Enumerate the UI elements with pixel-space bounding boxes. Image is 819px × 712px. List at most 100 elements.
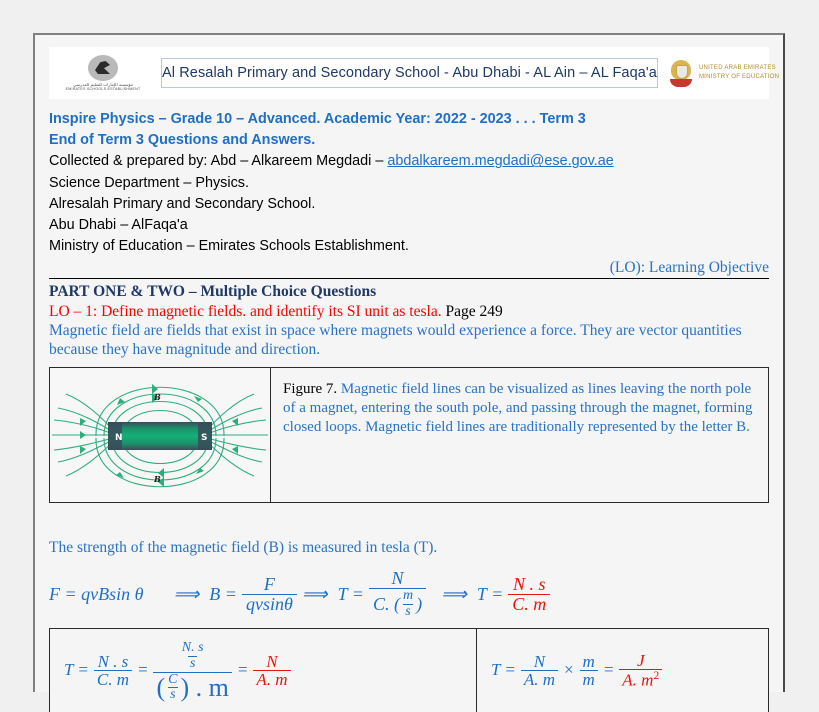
compound-denominator: ( C s ) . m: [153, 671, 232, 703]
paren-open: (: [156, 672, 166, 702]
ministry-line: Ministry of Education – Emirates Schools…: [49, 238, 409, 255]
city-line: Abu Dhabi – AlFaqa'a: [49, 216, 188, 233]
fraction-numerator: N . s: [512, 574, 546, 595]
magnetic-field-lines-svg: N S B B: [50, 368, 270, 503]
fraction-numerator: N: [391, 568, 404, 589]
school-line: Alresalah Primary and Secondary School.: [49, 195, 316, 212]
nested-denominator: s: [168, 687, 178, 703]
magnetic-field-diagram: N S B B: [50, 368, 271, 503]
tesla-sentence: The strength of the magnetic field (B) i…: [49, 539, 438, 557]
moe-logo-text: UNITED ARAB EMIRATES MINISTRY OF EDUCATI…: [699, 64, 779, 82]
equals-sign-2: =: [236, 660, 249, 680]
fraction-numerator: m: [582, 651, 595, 671]
denominator-exponent: 2: [653, 668, 660, 682]
figure-caption-text: Magnetic field lines can be visualized a…: [283, 381, 753, 435]
t-equals-label: T =: [491, 660, 516, 680]
tesla-derivation-equation-1: T = N . s C. m = N. s s (C s) . m = N …: [64, 637, 296, 703]
t-equals-label: T =: [64, 660, 89, 680]
fraction-numerator: N: [266, 651, 278, 671]
nested-denominator: s: [403, 603, 413, 619]
uae-ministry-of-education-logo: UNITED ARAB EMIRATES MINISTRY OF EDUCATI…: [668, 58, 786, 88]
page-reference: Page 249: [445, 303, 503, 321]
fraction-numerator: N . s: [97, 651, 129, 671]
denominator-prefix: C. (: [372, 594, 400, 615]
department-line: Science Department – Physics.: [49, 174, 249, 191]
fraction-m-over-m: m m: [579, 651, 598, 688]
fraction-f-over-qvsin: F qvsinθ: [241, 574, 297, 614]
nested-numerator: m: [402, 588, 414, 604]
intro-block: Inspire Physics – Grade 10 – Advanced. A…: [49, 109, 769, 257]
document-page: مؤسسة الإمارات للتعليم المدرسي EMIRATES …: [33, 33, 785, 712]
derivation-cell-left: T = N . s C. m = N. s s (C s) . m = N …: [50, 628, 477, 712]
nested-fraction-m-over-s: m s: [401, 589, 415, 619]
fraction-n-over-c-m-per-s: N C. ( m s ): [368, 568, 427, 619]
fraction-n-over-am: N A. m: [520, 651, 559, 688]
fraction-denominator: qvsinθ: [241, 594, 297, 614]
derivation-cell-right: T = N A. m × m m = J A. m2: [477, 629, 768, 712]
author-line: Collected & prepared by: Abd – Alkareem …: [49, 151, 769, 172]
letterhead: مؤسسة الإمارات للتعليم المدرسي EMIRATES …: [49, 47, 779, 99]
author-prefix: Collected & prepared by: Abd – Alkareem …: [49, 153, 388, 170]
fraction-denominator: A. m2: [619, 668, 663, 690]
moe-logo-line1: UNITED ARAB EMIRATES: [698, 65, 776, 71]
fraction-numerator: F: [263, 574, 275, 595]
fraction-denominator: C. m: [93, 669, 132, 688]
north-pole-label: N: [115, 433, 123, 443]
figure-caption: Figure 7. Magnetic field lines can be vi…: [271, 368, 768, 502]
fraction-j-over-am2-red: J A. m2: [619, 650, 663, 690]
t-equals-label-2: T =: [476, 584, 504, 605]
emirates-schools-establishment-logo: مؤسسة الإمارات للتعليم المدرسي EMIRATES …: [55, 55, 151, 91]
nested-numerator: N. s: [181, 640, 204, 656]
fraction-ns-over-cm: N . s C. m: [93, 651, 132, 688]
nested-denominator: s: [187, 655, 198, 671]
fraction-numerator: J: [637, 650, 645, 670]
b-equals-label: B =: [209, 584, 237, 605]
field-label-bottom: B: [153, 474, 161, 484]
derivation-table: T = N . s C. m = N. s s (C s) . m = N …: [49, 627, 769, 712]
force-equation: F = qvBsin θ: [49, 584, 144, 605]
equals-sign-1: =: [137, 660, 149, 680]
school-name-box: Al Resalah Primary and Secondary School …: [161, 58, 658, 88]
t-equals-label-1: T =: [337, 584, 364, 605]
fraction-denominator: C. ( m s ): [368, 588, 427, 619]
author-email-link[interactable]: abdalkareem.megdadi@ese.gov.ae: [387, 153, 613, 169]
fraction-ns-over-cm-red: N . s C. m: [508, 574, 551, 614]
nested-numerator: C: [168, 671, 178, 687]
figure-number: Figure 7.: [283, 381, 338, 398]
compound-numerator: N. s s: [176, 637, 210, 671]
implies-arrow-1: ⟹: [173, 584, 200, 605]
denominator-suffix: ): [416, 594, 423, 615]
horizontal-divider: [49, 278, 769, 280]
equals-sign: =: [602, 660, 615, 680]
nested-fraction-c-over-s: C s: [166, 671, 179, 703]
compound-fraction: N. s s ( C s ) . m: [153, 637, 232, 703]
paren-close: ) . m: [180, 672, 229, 702]
magnetic-field-definition: Magnetic field are fields that exist in …: [49, 322, 742, 358]
fraction-n-over-am-red: N A. m: [253, 651, 291, 688]
course-title-line: Inspire Physics – Grade 10 – Advanced. A…: [49, 111, 586, 127]
fraction-denominator: C. m: [508, 594, 551, 614]
multiplication-sign: ×: [563, 660, 575, 680]
ese-logo-english-text: EMIRATES SCHOOLS ESTABLISHMENT: [65, 87, 141, 91]
fraction-denominator: A. m: [253, 669, 291, 688]
implies-arrow-2: ⟹: [301, 584, 328, 605]
denominator-base: A. m: [622, 670, 654, 690]
implies-arrow-3: ⟹: [441, 584, 467, 605]
fraction-denominator: A. m: [520, 669, 559, 688]
figure-table: N S B B Figure 7. Magnetic field lines c…: [49, 367, 769, 504]
fraction-numerator: N: [533, 651, 546, 671]
moe-logo-line2: MINISTRY OF EDUCATION: [698, 74, 780, 80]
learning-objective-text: LO – 1: Define magnetic fields. and iden…: [49, 303, 442, 321]
part-heading: PART ONE & TWO – Multiple Choice Questio…: [49, 283, 377, 301]
lo-legend: (LO): Learning Objective: [609, 259, 769, 277]
tesla-derivation-equation-2: T = N A. m × m m = J A. m2: [491, 650, 667, 690]
nested-fraction-ns-over-s: N. s s: [180, 641, 206, 671]
uae-falcon-emblem-icon: [668, 58, 694, 88]
ese-emblem-icon: [88, 55, 118, 81]
school-name-label: Al Resalah Primary and Secondary School …: [162, 65, 657, 81]
document-subtitle-line: End of Term 3 Questions and Answers.: [49, 132, 316, 149]
field-label-top: B: [153, 392, 161, 402]
fraction-denominator: m: [579, 669, 598, 688]
main-equation-row: F = qvBsin θ ⟹ B = F qvsinθ ⟹ T = N C. (…: [49, 569, 769, 619]
learning-objective-line: LO – 1: Define magnetic fields. and iden…: [49, 303, 769, 321]
